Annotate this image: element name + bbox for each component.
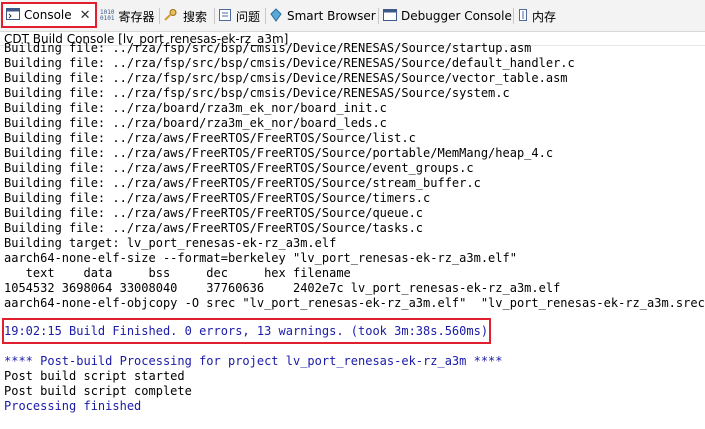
tab-memory[interactable]: 内存: [518, 6, 556, 26]
console-line: Building file: ../rza/fsp/src/bsp/cmsis/…: [4, 41, 532, 55]
console-line: Building file: ../rza/aws/FreeRTOS/FreeR…: [4, 176, 481, 190]
console-line: Building file: ../rza/fsp/src/bsp/cmsis/…: [4, 71, 568, 85]
console-line: text data bss dec hex filename: [4, 266, 351, 280]
console-line: Building file: ../rza/aws/FreeRTOS/FreeR…: [4, 221, 424, 235]
console-line: Post build script complete: [4, 384, 192, 398]
tab-label: Debugger Console: [401, 9, 512, 23]
problems-icon: [218, 8, 232, 25]
build-console-output[interactable]: Building file: ../rza/fsp/src/bsp/cmsis/…: [0, 41, 705, 429]
tab-label: 问题: [236, 9, 261, 24]
tab-registers[interactable]: 1010 0101 寄存器: [100, 6, 154, 26]
post-build-header: **** Post-build Processing for project l…: [4, 354, 503, 368]
console-line: Building file: ../rza/aws/FreeRTOS/FreeR…: [4, 191, 431, 205]
tab-smart-browser[interactable]: Smart Browser: [269, 6, 376, 26]
console-line: Building file: ../rza/board/rza3m_ek_nor…: [4, 116, 387, 130]
tab-search[interactable]: 搜索: [163, 6, 207, 26]
tab-problems[interactable]: 问题: [218, 6, 260, 26]
tab-console[interactable]: Console ✕: [1, 2, 97, 28]
console-line: 1054532 3698064 33008040 37760636 2402e7…: [4, 281, 561, 295]
console-icon: [6, 7, 20, 23]
tab-label: 寄存器: [118, 9, 155, 24]
console-line: Building file: ../rza/aws/FreeRTOS/FreeR…: [4, 146, 554, 160]
console-line: Building file: ../rza/aws/FreeRTOS/FreeR…: [4, 206, 424, 220]
memory-icon: [518, 8, 528, 25]
close-icon[interactable]: ✕: [80, 8, 91, 23]
tab-label: 搜索: [183, 9, 208, 24]
console-line: Post build script started: [4, 369, 185, 383]
view-tab-bar: Console ✕ 1010 0101 寄存器 搜索 问题 Smart Brows…: [0, 0, 705, 32]
console-line: Building file: ../rza/aws/FreeRTOS/FreeR…: [4, 131, 416, 145]
search-icon: [163, 8, 179, 25]
smart-browser-icon: [269, 7, 283, 25]
console-line: aarch64-none-elf-size --format=berkeley …: [4, 251, 517, 265]
tab-label: 内存: [532, 9, 557, 24]
console-line: Building file: ../rza/fsp/src/bsp/cmsis/…: [4, 56, 575, 70]
tab-label: Console: [24, 8, 72, 22]
tab-debugger-console[interactable]: Debugger Console: [383, 6, 512, 26]
console-line: Building target: lv_port_renesas-ek-rz_a…: [4, 236, 337, 250]
registers-icon: 1010 0101: [100, 9, 115, 22]
console-line: Building file: ../rza/aws/FreeRTOS/FreeR…: [4, 161, 474, 175]
console-line: Building file: ../rza/fsp/src/bsp/cmsis/…: [4, 86, 510, 100]
console-line: Building file: ../rza/board/rza3m_ek_nor…: [4, 101, 387, 115]
build-finished-line: 19:02:15 Build Finished. 0 errors, 13 wa…: [4, 324, 489, 338]
tab-label: Smart Browser: [287, 9, 376, 23]
processing-finished-line: Processing finished: [4, 399, 142, 413]
console-line: aarch64-none-elf-objcopy -O srec "lv_por…: [4, 296, 705, 310]
debugger-console-icon: [383, 8, 397, 24]
